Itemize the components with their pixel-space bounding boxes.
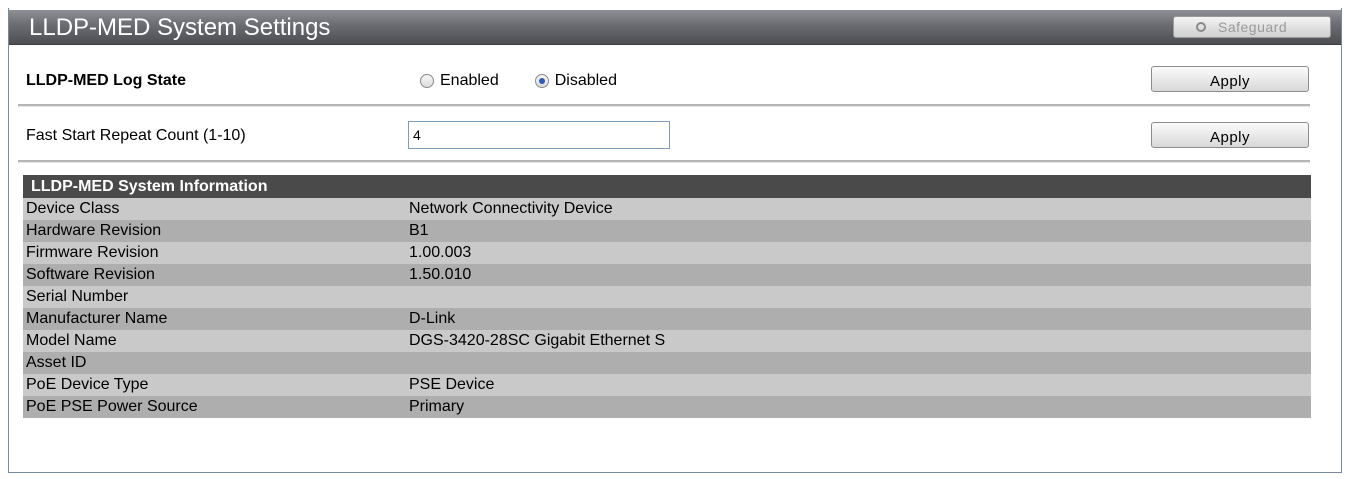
row-key: Asset ID — [26, 354, 87, 371]
log-state-radio-group: Enabled Disabled — [420, 72, 653, 90]
row-key: Software Revision — [26, 266, 155, 283]
table-row: Model Name DGS-3420-28SC Gigabit Etherne… — [23, 330, 1311, 352]
table-row: Hardware Revision B1 — [23, 220, 1311, 242]
row-key: Manufacturer Name — [26, 310, 168, 327]
row-value: D-Link — [409, 310, 456, 327]
row-key: Hardware Revision — [26, 222, 162, 239]
radio-disabled[interactable] — [534, 74, 549, 88]
row-key: Device Class — [26, 200, 120, 217]
row-value — [409, 352, 1311, 374]
fast-start-input[interactable] — [408, 121, 670, 149]
safeguard-button[interactable]: Safeguard — [1173, 16, 1331, 38]
system-info-table: LLDP-MED System Information Device Class… — [23, 175, 1311, 418]
row-value: 1.50.010 — [409, 266, 472, 283]
radio-enabled[interactable] — [420, 74, 434, 88]
fast-start-apply-button[interactable]: Apply — [1151, 122, 1309, 148]
log-state-apply-button[interactable]: Apply — [1151, 66, 1309, 92]
safeguard-label: Safeguard — [1218, 19, 1288, 35]
row-value: B1 — [409, 222, 429, 239]
divider — [18, 104, 1310, 107]
row-key: PoE Device Type — [26, 376, 149, 393]
row-key: PoE PSE Power Source — [26, 398, 198, 415]
row-value — [409, 286, 1311, 308]
row-key: Firmware Revision — [26, 244, 159, 261]
row-value: DGS-3420-28SC Gigabit Ethernet S — [409, 332, 666, 349]
row-value: 1.00.003 — [409, 244, 472, 261]
table-row: PoE PSE Power Source Primary — [23, 396, 1311, 418]
row-value: PSE Device — [409, 376, 495, 393]
circle-outline-icon — [1196, 22, 1206, 32]
table-row: Firmware Revision 1.00.003 — [23, 242, 1311, 264]
table-row: Serial Number — [23, 286, 1311, 308]
table-row: Device Class Network Connectivity Device — [23, 198, 1311, 220]
table-row: Asset ID — [23, 352, 1311, 374]
row-key: Serial Number — [26, 288, 129, 305]
title-bar: LLDP-MED System Settings Safeguard — [9, 10, 1341, 45]
row-key: Model Name — [26, 332, 117, 349]
log-state-label: LLDP-MED Log State — [26, 72, 186, 89]
table-row: PoE Device Type PSE Device — [23, 374, 1311, 396]
row-value: Network Connectivity Device — [409, 200, 613, 217]
table-header: LLDP-MED System Information — [23, 175, 1311, 198]
fast-start-label: Fast Start Repeat Count (1-10) — [26, 127, 246, 144]
row-value: Primary — [409, 398, 465, 415]
page-title: LLDP-MED System Settings — [29, 14, 331, 41]
table-row: Software Revision 1.50.010 — [23, 264, 1311, 286]
table-row: Manufacturer Name D-Link — [23, 308, 1311, 330]
radio-enabled-label: Enabled — [440, 72, 499, 89]
radio-disabled-label: Disabled — [554, 72, 617, 89]
divider — [18, 160, 1310, 163]
